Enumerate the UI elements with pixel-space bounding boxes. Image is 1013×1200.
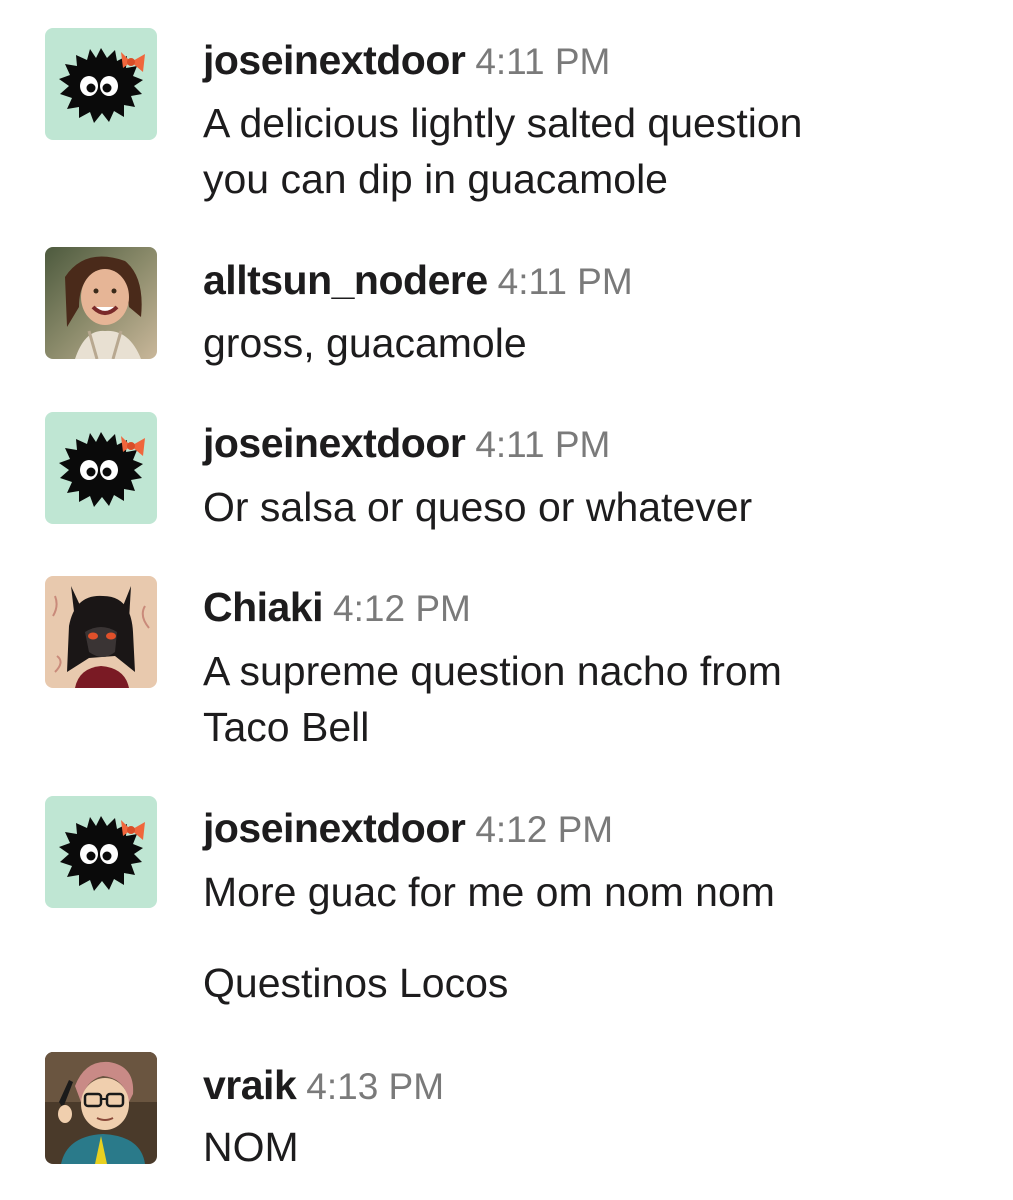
message-line: gross, guacamole	[203, 320, 527, 366]
message-timestamp[interactable]: 4:12 PM	[333, 588, 471, 629]
message-line: A supreme question nacho from	[203, 648, 782, 694]
user-avatar[interactable]	[45, 412, 157, 524]
user-avatar[interactable]	[45, 1052, 157, 1164]
message-author[interactable]: joseinextdoor	[203, 37, 466, 83]
message-timestamp[interactable]: 4:12 PM	[475, 809, 613, 850]
message-text: gross, guacamole	[203, 315, 527, 371]
message-text: NOM	[203, 1119, 299, 1175]
message-author[interactable]: joseinextdoor	[203, 420, 466, 466]
message-author[interactable]: alltsun_nodere	[203, 257, 488, 303]
message-text: A delicious lightly salted question you …	[203, 95, 802, 207]
photo-avatar-icon	[45, 247, 157, 359]
user-avatar[interactable]	[45, 28, 157, 140]
user-avatar[interactable]	[45, 576, 157, 688]
message-line: NOM	[203, 1124, 299, 1170]
message-author[interactable]: vraik	[203, 1062, 297, 1108]
message-text: More guac for me om nom nom	[203, 864, 775, 920]
message-text: A supreme question nacho from Taco Bell	[203, 643, 782, 755]
user-avatar[interactable]	[45, 796, 157, 908]
illustrated-character-icon	[45, 576, 157, 688]
message-text: Questinos Locos	[203, 955, 508, 1011]
soot-sprite-icon	[45, 412, 157, 524]
message-author[interactable]: Chiaki	[203, 584, 324, 630]
soot-sprite-icon	[45, 28, 157, 140]
illustrated-person-with-glasses-icon	[45, 1052, 157, 1164]
message-timestamp[interactable]: 4:11 PM	[475, 41, 610, 82]
message-timestamp[interactable]: 4:13 PM	[306, 1066, 444, 1107]
message-timestamp[interactable]: 4:11 PM	[475, 424, 610, 465]
message-line: Taco Bell	[203, 704, 370, 750]
message-line: Questinos Locos	[203, 960, 509, 1006]
message-timestamp[interactable]: 4:11 PM	[498, 261, 633, 302]
message-line: Or salsa or queso or whatever	[203, 484, 753, 530]
message-author[interactable]: joseinextdoor	[203, 805, 466, 851]
message-text: Or salsa or queso or whatever	[203, 479, 752, 535]
user-avatar[interactable]	[45, 247, 157, 359]
soot-sprite-icon	[45, 796, 157, 908]
message-line: More guac for me om nom nom	[203, 869, 775, 915]
message-line: you can dip in guacamole	[203, 156, 668, 202]
message-line: A delicious lightly salted question	[203, 100, 803, 146]
